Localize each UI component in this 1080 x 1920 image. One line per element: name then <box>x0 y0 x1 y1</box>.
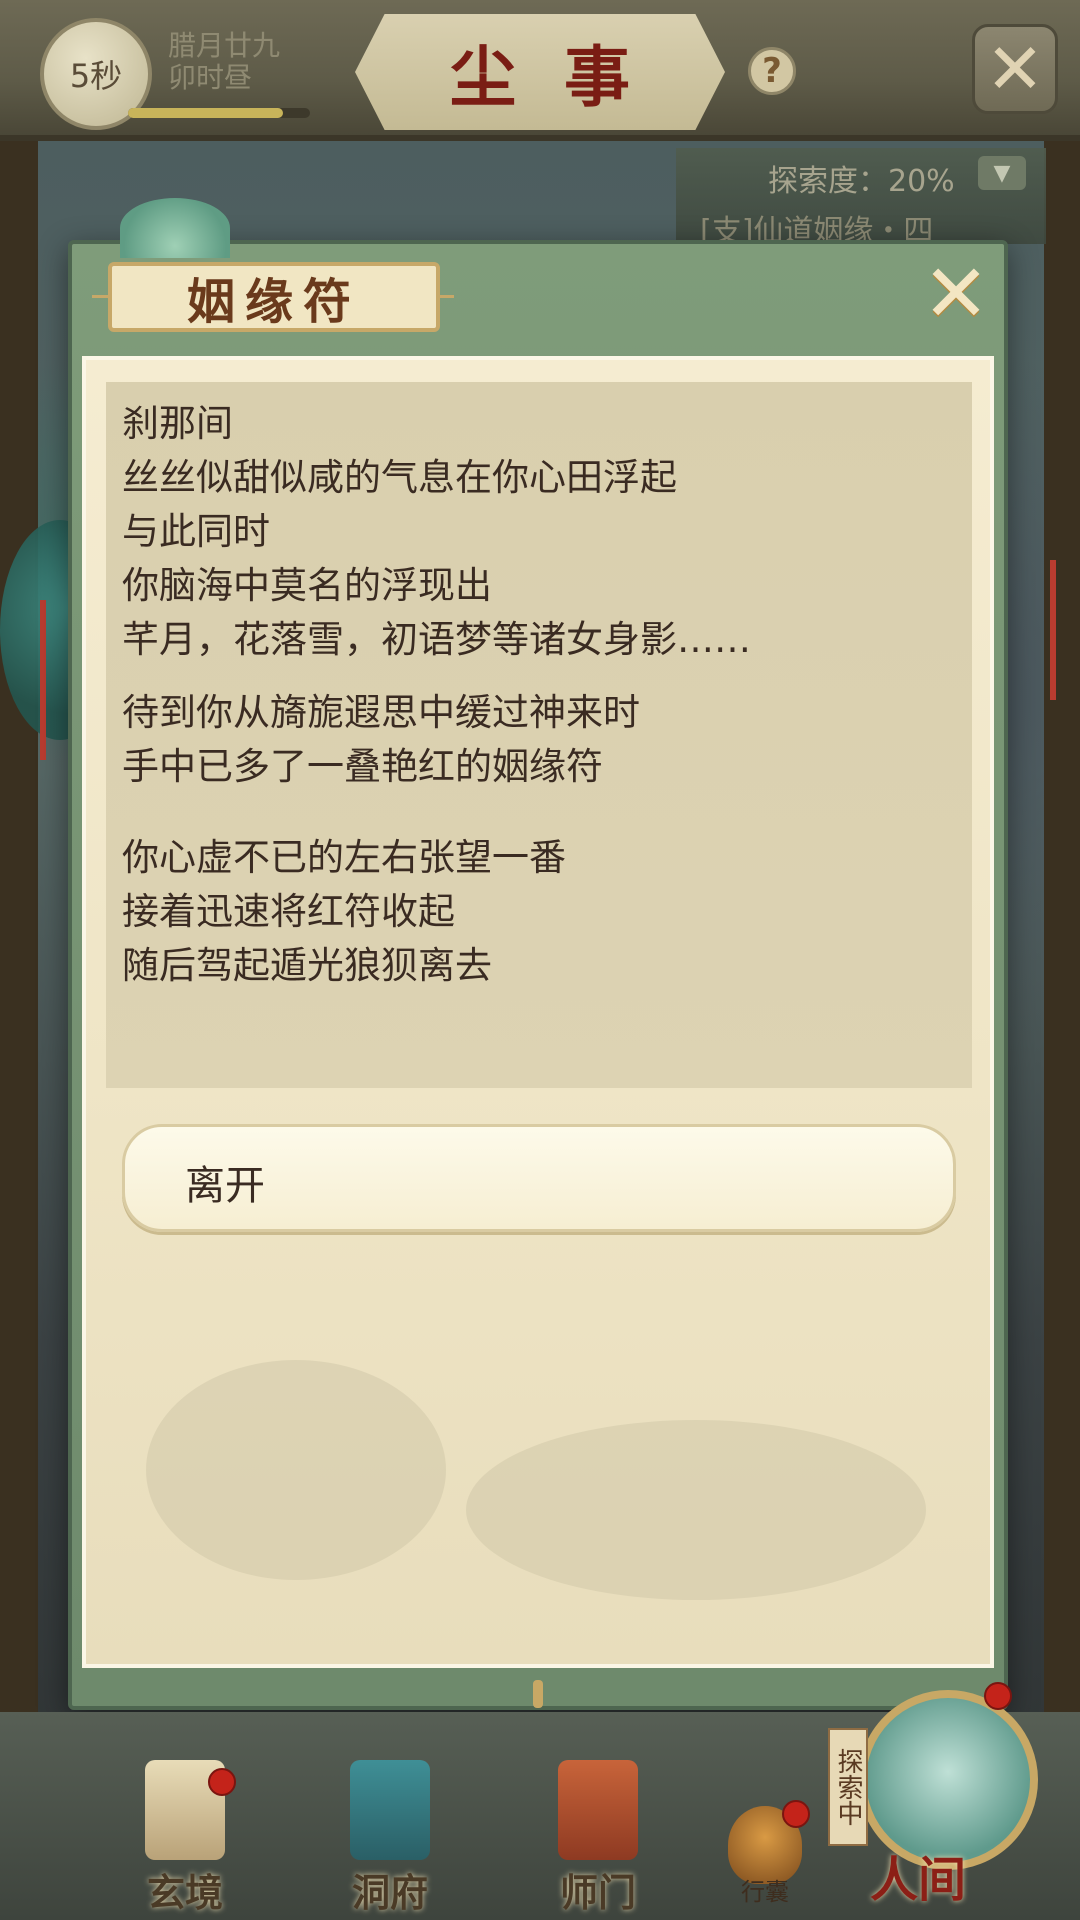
pavilion-icon <box>350 1760 430 1860</box>
question-icon[interactable]: ? <box>748 47 796 95</box>
close-icon[interactable]: ✕ <box>972 24 1058 114</box>
notification-dot <box>782 1800 810 1828</box>
banner-icon <box>558 1760 638 1860</box>
scroll-knob <box>533 1680 543 1708</box>
story-line: 刹那间 <box>122 402 233 445</box>
nav-item-shimen[interactable]: 师门 <box>528 1760 668 1915</box>
notification-dot <box>984 1682 1012 1710</box>
option-label: 离开 <box>185 1163 265 1209</box>
bag-label: 行囊 <box>741 1878 789 1906</box>
page-title: 尘事 <box>450 38 678 116</box>
dialog-title: 姻缘符 <box>186 274 361 330</box>
story-line: 丝丝似甜似咸的气息在你心田浮起 <box>122 456 677 499</box>
story-line: 与此同时 <box>122 510 270 553</box>
scene-red-ribbon <box>1050 560 1056 700</box>
timer-text: 5秒 <box>69 57 123 95</box>
nav-label: 洞府 <box>351 1870 428 1915</box>
nav-label: 师门 <box>559 1870 636 1915</box>
nav-item-dongfu[interactable]: 洞府 <box>320 1760 460 1915</box>
story-line: 手中已多了一叠艳红的姻缘符 <box>122 745 603 788</box>
page-title-plaque: 尘事 <box>355 14 725 130</box>
leave-option-button[interactable]: 离开 <box>122 1124 956 1232</box>
exploring-status-tag: 探索中 <box>828 1728 868 1846</box>
lunar-date: 腊月廿九 <box>168 29 281 62</box>
story-line: 芊月，花落雪，初语梦等诸女身影…… <box>122 618 751 661</box>
notification-dot <box>208 1768 236 1796</box>
mountain-mist <box>146 1360 446 1580</box>
story-line: 接着迅速将红符收起 <box>122 890 455 933</box>
story-line: 待到你从旖旎遐思中缓过神来时 <box>122 691 640 734</box>
scene-left-pillar <box>0 140 38 1740</box>
chevron-down-icon[interactable]: ▼ <box>978 156 1026 190</box>
time-progress-fill <box>128 108 283 118</box>
time-of-day: 卯时昼 <box>168 61 253 94</box>
time-progress-bar <box>128 108 310 118</box>
scene-right-pillar <box>1044 140 1080 1740</box>
human-world-label: 人间 <box>870 1852 967 1908</box>
story-line: 你心虚不已的左右张望一番 <box>122 836 566 879</box>
close-icon[interactable]: ✕ <box>920 254 992 334</box>
mountain-mist <box>466 1420 926 1600</box>
exploration-panel: 探索度：20% ▼ [支]仙道姻缘・四 <box>676 148 1046 249</box>
scene-red-ribbon <box>40 600 46 760</box>
story-line: 你脑海中莫名的浮现出 <box>122 564 492 607</box>
nav-label: 玄境 <box>146 1870 223 1915</box>
dialog-title-plaque: 姻缘符 <box>108 262 440 332</box>
story-line: 随后驾起遁光狼狈离去 <box>122 944 492 987</box>
lotus-decoration-icon <box>120 198 230 258</box>
exploration-degree: 探索度：20% <box>768 164 955 199</box>
